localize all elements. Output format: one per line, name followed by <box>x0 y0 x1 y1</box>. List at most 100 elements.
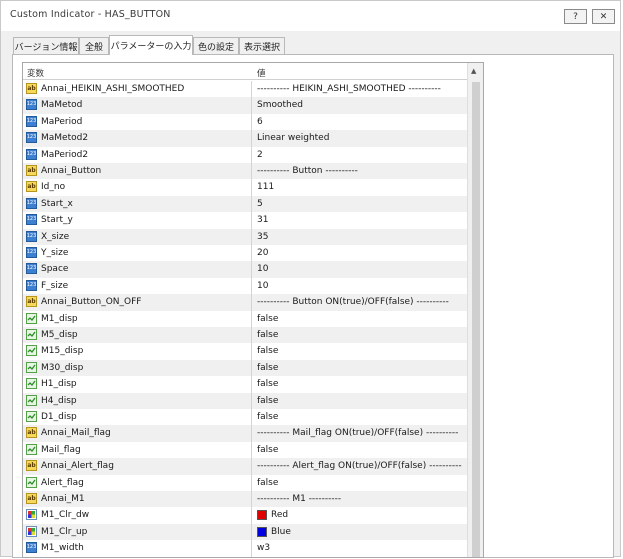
column-header-variable[interactable]: 変数 <box>27 67 44 79</box>
help-button[interactable]: ? <box>564 9 587 24</box>
parameter-row[interactable]: D1_disp false <box>23 409 483 426</box>
parameter-value-cell[interactable]: 2 <box>252 147 483 163</box>
parameter-value[interactable]: ---------- Alert_flag ON(true)/OFF(false… <box>257 461 462 471</box>
parameter-row[interactable]: ab Annai_Mail_flag ---------- Mail_flag ON… <box>23 425 483 442</box>
parameter-row[interactable]: ab Annai_Button ---------- Button --------… <box>23 163 483 180</box>
parameter-value[interactable]: Smoothed <box>257 100 303 110</box>
parameter-value-cell[interactable]: false <box>252 327 483 343</box>
parameter-row[interactable]: ab Annai_M1 ---------- M1 ---------- <box>23 491 483 508</box>
parameter-value-cell[interactable]: false <box>252 360 483 376</box>
parameter-value-cell[interactable]: ---------- Button ON(true)/OFF(false) --… <box>252 294 483 310</box>
parameter-row[interactable]: 123 MaPeriod2 2 <box>23 146 483 163</box>
tab-general[interactable]: 全般 <box>79 37 109 54</box>
parameter-value[interactable]: Linear weighted <box>257 133 329 143</box>
parameter-value-cell[interactable]: Blue <box>252 524 483 540</box>
parameter-value[interactable]: false <box>257 379 278 389</box>
parameter-row[interactable]: M1_Clr_up Blue <box>23 523 483 541</box>
parameter-value[interactable]: 35 <box>257 232 268 242</box>
tab-version-info[interactable]: バージョン情報 <box>13 37 79 54</box>
parameter-row[interactable]: H4_disp false <box>23 392 483 409</box>
tab-visualization[interactable]: 表示選択 <box>239 37 285 54</box>
parameter-row[interactable]: M1_disp false <box>23 310 483 327</box>
parameter-value-cell[interactable]: 111 <box>252 179 483 195</box>
parameter-value[interactable]: false <box>257 330 278 340</box>
parameter-value-cell[interactable]: 35 <box>252 229 483 245</box>
parameter-row[interactable]: 123 MaPeriod 6 <box>23 113 483 131</box>
parameter-value-cell[interactable]: false <box>252 376 483 392</box>
parameter-value[interactable]: 10 <box>257 281 268 291</box>
parameter-value-cell[interactable]: 10 <box>252 278 483 294</box>
parameter-row[interactable]: 123 Start_y 31 <box>23 212 483 229</box>
parameter-value[interactable]: 5 <box>257 199 263 209</box>
parameter-value[interactable]: false <box>257 478 278 488</box>
parameter-value[interactable]: ---------- M1 ---------- <box>257 494 341 504</box>
parameter-row[interactable]: 123 Start_x 5 <box>23 195 483 213</box>
parameter-row[interactable]: M30_disp false <box>23 359 483 377</box>
parameter-value[interactable]: ---------- HEIKIN_ASHI_SMOOTHED --------… <box>257 84 441 94</box>
parameter-value[interactable]: w3 <box>257 543 270 553</box>
parameter-value[interactable]: 10 <box>257 264 268 274</box>
parameter-value[interactable]: ---------- Button ON(true)/OFF(false) --… <box>257 297 449 307</box>
scroll-up-icon[interactable]: ▲ <box>471 67 476 75</box>
parameter-row[interactable]: 123 Space 10 <box>23 261 483 278</box>
parameter-value-cell[interactable]: 6 <box>252 114 483 130</box>
parameter-value-cell[interactable]: false <box>252 343 483 359</box>
parameter-value-cell[interactable]: 10 <box>252 261 483 277</box>
parameter-value-cell[interactable]: Linear weighted <box>252 130 483 146</box>
parameter-value-cell[interactable]: ---------- HEIKIN_ASHI_SMOOTHED --------… <box>252 81 483 97</box>
parameter-row[interactable]: Mail_flag false <box>23 441 483 459</box>
parameter-value[interactable]: 6 <box>257 117 263 127</box>
parameter-row[interactable]: 123 X_size 35 <box>23 228 483 245</box>
parameter-value-cell[interactable]: w3 <box>252 540 483 556</box>
parameter-row[interactable]: ab Annai_Button_ON_OFF ---------- Button O… <box>23 294 483 311</box>
scroll-thumb[interactable] <box>472 82 480 557</box>
parameter-row[interactable]: M5_disp false <box>23 327 483 344</box>
parameter-row[interactable]: ab Annai_Alert_flag ---------- Alert_flag … <box>23 458 483 475</box>
parameter-value-cell[interactable]: ---------- Mail_flag ON(true)/OFF(false)… <box>252 425 483 441</box>
tab-parameters[interactable]: パラメーターの入力 <box>109 35 193 55</box>
parameter-value[interactable]: false <box>257 314 278 324</box>
parameter-value-cell[interactable]: false <box>252 311 483 327</box>
parameter-value-cell[interactable]: false <box>252 442 483 458</box>
parameter-value-cell[interactable]: 20 <box>252 245 483 261</box>
parameter-row[interactable]: H1_disp false <box>23 376 483 393</box>
column-header-value[interactable]: 値 <box>257 67 266 79</box>
parameter-value[interactable]: false <box>257 445 278 455</box>
parameter-value[interactable]: false <box>257 346 278 356</box>
parameter-row[interactable]: M1_Clr_dw Red <box>23 507 483 524</box>
parameter-row[interactable]: Alert_flag false <box>23 474 483 491</box>
tab-colors[interactable]: 色の設定 <box>193 37 239 54</box>
parameter-value-cell[interactable]: Red <box>252 507 483 523</box>
parameter-value[interactable]: ---------- Mail_flag ON(true)/OFF(false)… <box>257 428 458 438</box>
parameter-value-cell[interactable]: 31 <box>252 212 483 228</box>
parameter-value[interactable]: 20 <box>257 248 268 258</box>
parameter-row[interactable]: ab Id_no 111 <box>23 179 483 196</box>
parameter-value-cell[interactable]: ---------- Alert_flag ON(true)/OFF(false… <box>252 458 483 474</box>
parameter-value-cell[interactable]: false <box>252 393 483 409</box>
parameter-value[interactable]: ---------- Button ---------- <box>257 166 358 176</box>
parameter-value-cell[interactable]: ---------- M1 ---------- <box>252 491 483 507</box>
parameter-value[interactable]: Blue <box>271 527 291 537</box>
parameter-value[interactable]: false <box>257 412 278 422</box>
parameter-value-cell[interactable]: false <box>252 409 483 425</box>
parameter-value[interactable]: false <box>257 396 278 406</box>
parameter-row[interactable]: ab Annai_HEIKIN_ASHI_SMOOTHED ---------- H… <box>23 81 483 98</box>
parameter-value[interactable]: false <box>257 363 278 373</box>
parameter-row[interactable]: M15_disp false <box>23 343 483 360</box>
parameter-value-cell[interactable]: 5 <box>252 196 483 212</box>
parameter-value-cell[interactable]: false <box>252 475 483 491</box>
vertical-scrollbar[interactable]: ▲ <box>467 63 483 557</box>
parameter-row[interactable]: 123 Y_size 20 <box>23 245 483 262</box>
parameter-row[interactable]: 123 M1_width w3 <box>23 540 483 557</box>
parameter-value-cell[interactable]: ---------- Button ---------- <box>252 163 483 179</box>
parameter-row[interactable]: 123 MaMetod2 Linear weighted <box>23 130 483 147</box>
parameter-value-cell[interactable]: Smoothed <box>252 97 483 113</box>
parameter-value[interactable]: 2 <box>257 150 263 160</box>
parameter-row[interactable]: 123 F_size 10 <box>23 277 483 295</box>
parameter-name-cell: ab Annai_M1 <box>23 491 252 508</box>
parameter-value[interactable]: Red <box>271 510 288 520</box>
parameter-row[interactable]: 123 MaMetod Smoothed <box>23 97 483 114</box>
parameter-value[interactable]: 31 <box>257 215 268 225</box>
close-button[interactable]: ✕ <box>592 9 615 24</box>
parameter-value[interactable]: 111 <box>257 182 274 192</box>
